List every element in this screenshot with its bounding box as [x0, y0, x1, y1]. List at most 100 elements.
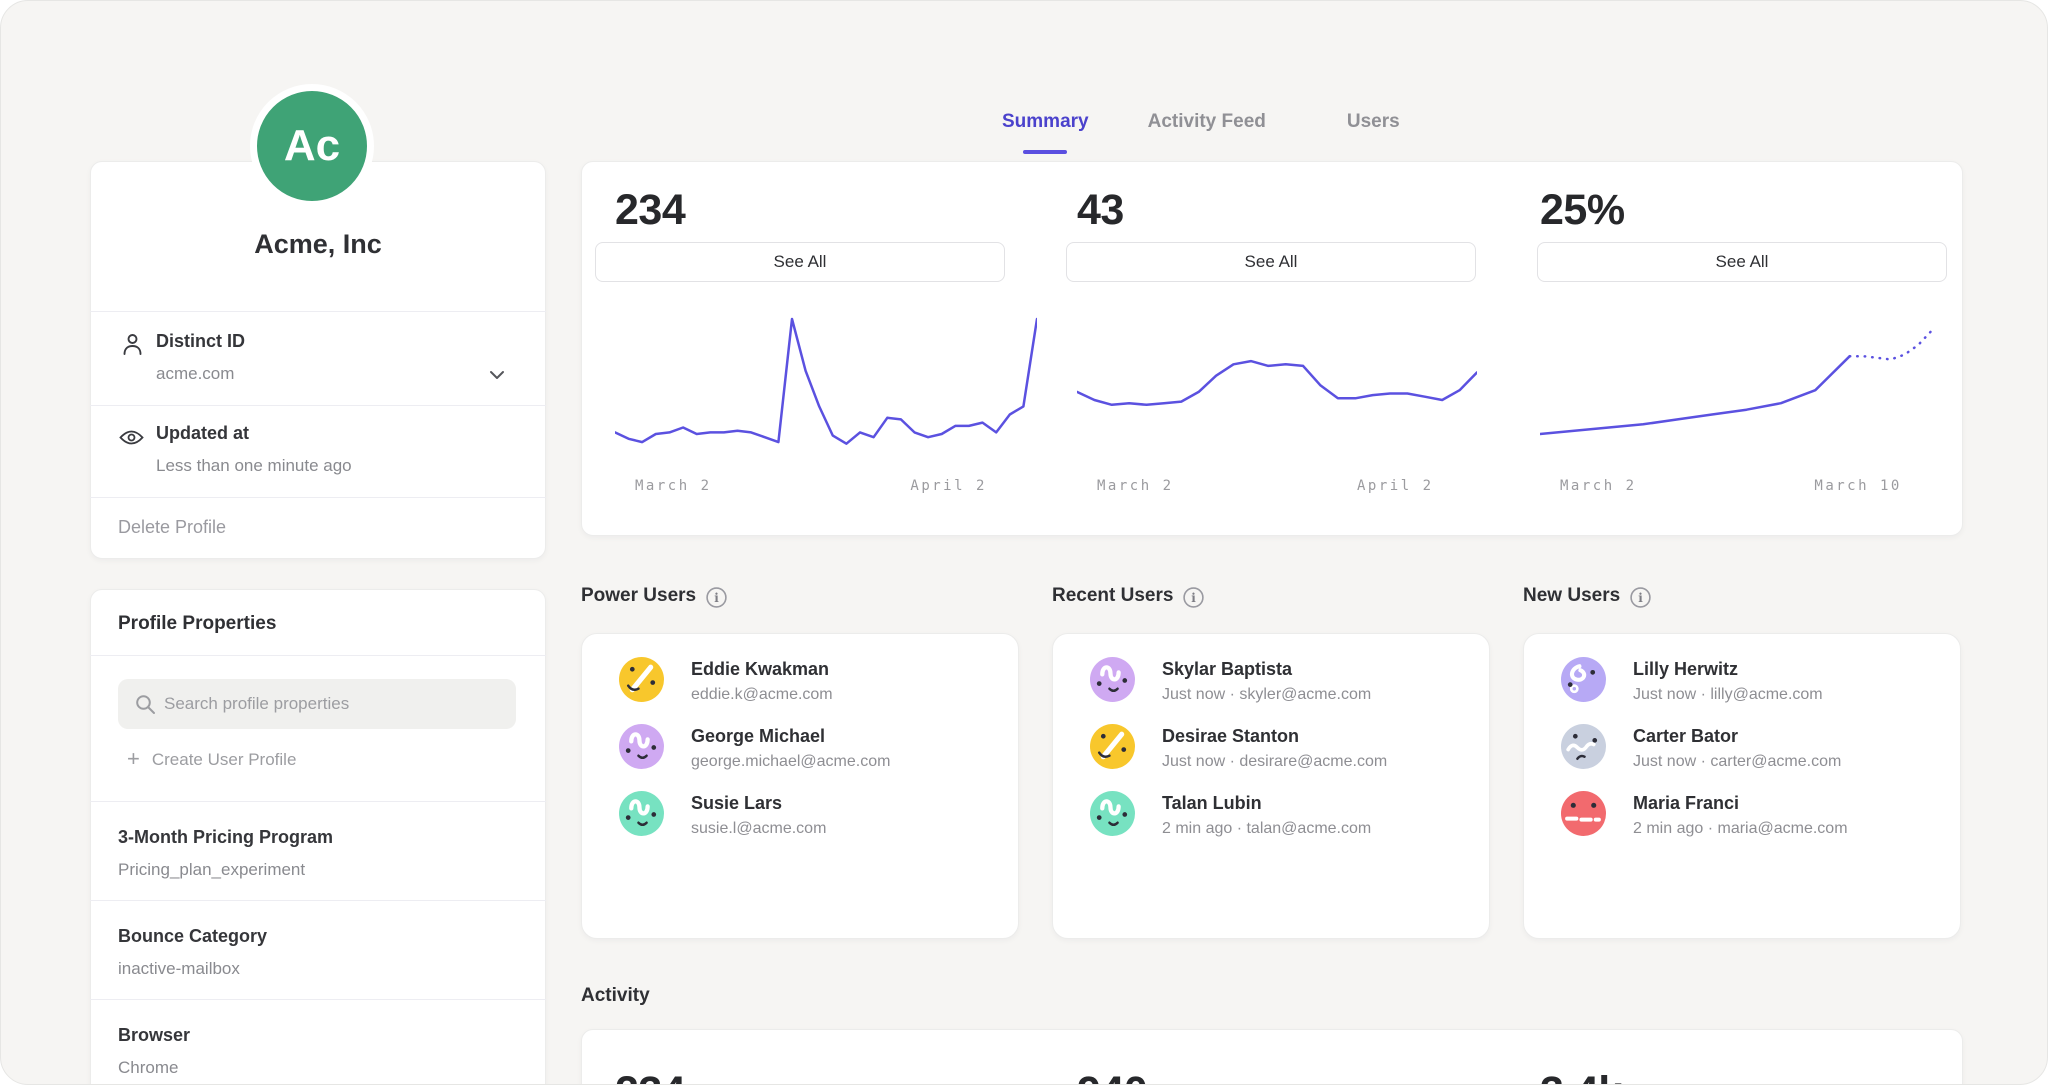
create-user-profile-button[interactable]: + Create User Profile	[127, 745, 296, 771]
see-all-button[interactable]: See All	[595, 242, 1005, 282]
stat-weekly-new-users: 43 Weekly New Users March 2 April 2	[1077, 162, 1477, 535]
list-item-user[interactable]: Eddie Kwakman eddie.k@acme.com	[581, 651, 1019, 711]
user-meta: Just now · carter@acme.com	[1633, 753, 1841, 771]
user-name: George Michael	[691, 726, 825, 747]
x-axis: March 2 March 10	[1540, 478, 1932, 498]
divider	[90, 999, 546, 1000]
user-name: Susie Lars	[691, 793, 782, 814]
svg-text:i: i	[1192, 591, 1197, 605]
chevron-down-icon[interactable]	[489, 367, 505, 385]
search-profile-properties-input[interactable]	[118, 679, 516, 729]
property-name: Bounce Category	[118, 926, 267, 947]
user-avatar	[619, 657, 664, 702]
list-item-user[interactable]: Carter Bator Just now · carter@acme.com	[1523, 718, 1961, 778]
divider	[90, 497, 546, 498]
x-tick: March 2	[635, 478, 712, 494]
property-value: Pricing_plan_experiment	[118, 860, 305, 880]
list-item-user[interactable]: Susie Lars susie.l@acme.com	[581, 785, 1019, 845]
tab-users[interactable]: Users	[1347, 111, 1400, 133]
section-title: New Users	[1523, 585, 1620, 607]
summary-stats-card: 234 Weekly Active Users March 2 April 2 …	[581, 161, 1963, 536]
tab-summary-label: Summary	[1002, 111, 1089, 132]
create-user-profile-label: Create User Profile	[152, 750, 297, 769]
delete-profile-button[interactable]: Delete Profile	[118, 517, 226, 538]
active-tab-underline	[1023, 150, 1067, 154]
weekly-new-users-sparkline	[1077, 302, 1477, 472]
tab-activity-feed[interactable]: Activity Feed	[1148, 111, 1266, 133]
field-value-updated-at: Less than one minute ago	[156, 456, 352, 476]
activity-section-title: Activity	[581, 985, 650, 1007]
list-item-user[interactable]: Talan Lubin 2 min ago · talan@acme.com	[1052, 785, 1490, 845]
user-avatar	[619, 791, 664, 836]
divider	[90, 311, 546, 312]
list-item-user[interactable]: Lilly Herwitz Just now · lilly@acme.com	[1523, 651, 1961, 711]
x-axis: March 2 April 2	[1077, 478, 1477, 498]
weekly-active-users-sparkline	[615, 302, 1037, 472]
user-meta: Just now · desirare@acme.com	[1162, 753, 1387, 771]
info-icon[interactable]: i	[1630, 587, 1651, 608]
week1-retention-sparkline	[1540, 302, 1932, 472]
x-tick: March 2	[1560, 478, 1637, 494]
company-avatar: Ac	[250, 84, 374, 208]
stat-value: 43	[1077, 186, 1124, 235]
x-tick: April 2	[1357, 478, 1434, 494]
activity-stat-value: 940	[1077, 1068, 1147, 1085]
x-tick: March 10	[1814, 478, 1901, 494]
user-meta: eddie.k@acme.com	[691, 686, 833, 704]
activity-stat-value: 234	[615, 1068, 685, 1085]
stat-value: 234	[615, 186, 685, 235]
plus-icon: +	[127, 746, 140, 771]
see-all-button[interactable]: See All	[1066, 242, 1476, 282]
info-icon[interactable]: i	[1183, 587, 1204, 608]
user-meta: 2 min ago · maria@acme.com	[1633, 820, 1848, 838]
property-name: Browser	[118, 1025, 190, 1046]
divider	[90, 801, 546, 802]
eye-icon	[119, 429, 144, 451]
x-tick: March 2	[1097, 478, 1174, 494]
user-name: Maria Franci	[1633, 793, 1739, 814]
user-avatar	[1090, 791, 1135, 836]
person-icon	[122, 333, 143, 361]
tab-summary[interactable]: Summary	[1002, 111, 1089, 133]
activity-stat-value: 3.4k	[1540, 1068, 1622, 1085]
profile-properties-title: Profile Properties	[118, 613, 276, 635]
section-title: Power Users	[581, 585, 696, 607]
user-avatar	[1561, 791, 1606, 836]
tab-bar: Summary Activity Feed Users	[1002, 111, 1400, 133]
user-avatar	[1090, 724, 1135, 769]
section-title: Recent Users	[1052, 585, 1173, 607]
company-avatar-initials: Ac	[284, 121, 340, 171]
user-name: Talan Lubin	[1162, 793, 1262, 814]
stat-week1-retention: 25% Week 1 New User Retention March 2 Ma…	[1540, 162, 1932, 535]
profile-summary-card	[90, 161, 546, 559]
see-all-button[interactable]: See All	[1537, 242, 1947, 282]
divider	[90, 900, 546, 901]
user-name: Carter Bator	[1633, 726, 1738, 747]
field-label-updated-at: Updated at	[156, 423, 249, 444]
field-value-distinct-id: acme.com	[156, 364, 234, 384]
divider	[90, 655, 546, 656]
user-meta: susie.l@acme.com	[691, 820, 826, 838]
property-name: 3-Month Pricing Program	[118, 827, 333, 848]
user-name: Lilly Herwitz	[1633, 659, 1738, 680]
power-users-header: Power Users i	[581, 585, 727, 607]
list-item-user[interactable]: Maria Franci 2 min ago · maria@acme.com	[1523, 785, 1961, 845]
list-item-user[interactable]: Skylar Baptista Just now · skyler@acme.c…	[1052, 651, 1490, 711]
x-axis: March 2 April 2	[615, 478, 1037, 498]
list-item-user[interactable]: Desirae Stanton Just now · desirare@acme…	[1052, 718, 1490, 778]
new-users-header: New Users i	[1523, 585, 1651, 607]
svg-text:i: i	[1638, 591, 1643, 605]
user-meta: Just now · lilly@acme.com	[1633, 686, 1823, 704]
list-item-user[interactable]: George Michael george.michael@acme.com	[581, 718, 1019, 778]
divider	[90, 405, 546, 406]
x-tick: April 2	[910, 478, 987, 494]
activity-stats-card: 234 940 3.4k	[581, 1029, 1963, 1085]
info-icon[interactable]: i	[706, 587, 727, 608]
app-window: Ac Acme, Inc Distinct ID acme.com Update…	[0, 0, 2048, 1085]
user-meta: Just now · skyler@acme.com	[1162, 686, 1371, 704]
svg-text:i: i	[714, 591, 719, 605]
user-avatar	[1090, 657, 1135, 702]
user-name: Eddie Kwakman	[691, 659, 829, 680]
stat-value: 25%	[1540, 186, 1625, 235]
property-value: Chrome	[118, 1058, 178, 1078]
